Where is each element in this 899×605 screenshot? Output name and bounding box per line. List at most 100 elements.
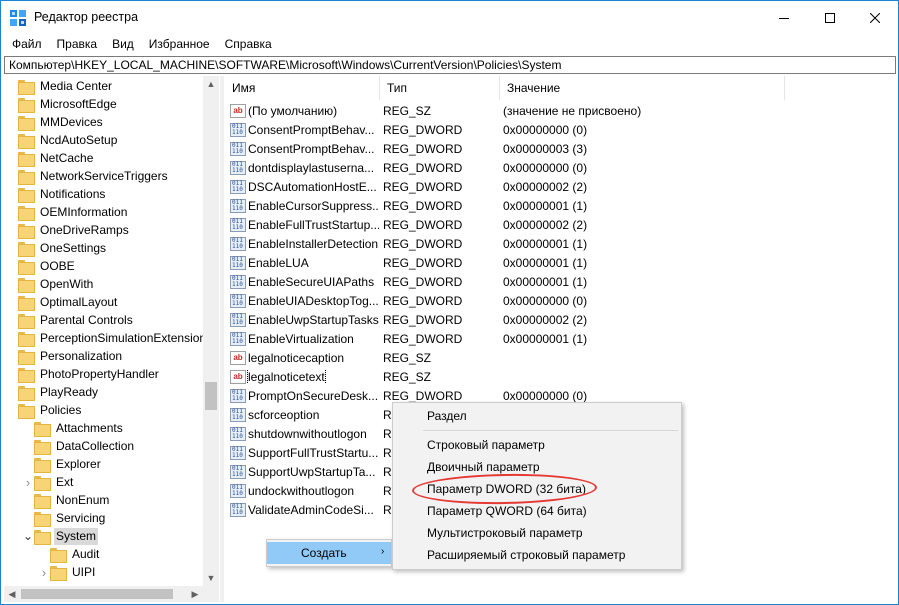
tree-item[interactable]: MMDevices	[6, 113, 105, 131]
folder-icon	[18, 277, 35, 293]
tree-item[interactable]: OpenWith	[6, 275, 95, 293]
tree-item[interactable]: PhotoPropertyHandler	[6, 365, 161, 383]
tree-item[interactable]: Audit	[38, 545, 101, 563]
tree-item[interactable]: OneSettings	[6, 239, 108, 257]
registry-tree[interactable]: Media Center MicrosoftEdge MMDevices NcdAut…	[4, 76, 219, 602]
tree-item[interactable]: NetworkServiceTriggers	[6, 167, 170, 185]
pane-splitter[interactable]	[220, 76, 224, 602]
title-bar[interactable]: Редактор реестра	[1, 1, 898, 34]
list-row[interactable]: ConsentPromptBehav... REG_DWORD 0x00000000…	[225, 120, 759, 139]
tree-item[interactable]: › Ext	[22, 473, 75, 491]
folder-icon	[34, 475, 51, 491]
tree-item[interactable]: › UIPI	[38, 563, 97, 581]
scroll-down-arrow-icon[interactable]: ▼	[203, 570, 219, 586]
tree-item[interactable]: Explorer	[22, 455, 103, 473]
list-row[interactable]: dontdisplaylastuserna... REG_DWORD 0x00000…	[225, 158, 759, 177]
folder-icon	[18, 367, 35, 383]
tree-item-label: UIPI	[72, 564, 96, 579]
submenu-item[interactable]: Строковый параметр	[393, 434, 681, 456]
tree-item[interactable]: NonEnum	[22, 491, 111, 509]
menu-edit[interactable]: Правка	[49, 34, 105, 54]
dword-value-icon	[230, 236, 246, 251]
tree-item-label: PlayReady	[40, 384, 99, 399]
list-row[interactable]: EnableInstallerDetection REG_DWORD 0x00000…	[225, 234, 759, 253]
tree-item[interactable]: Media Center	[6, 77, 114, 95]
tree-item[interactable]: DataCollection	[22, 437, 136, 455]
value-name: EnableInstallerDetection	[248, 236, 379, 251]
tree-item-label: System	[54, 527, 99, 545]
list-row[interactable]: EnableFullTrustStartup... REG_DWORD 0x0000…	[225, 215, 759, 234]
tree-item[interactable]: Parental Controls	[6, 311, 135, 329]
tree-item[interactable]: Attachments	[22, 419, 125, 437]
maximize-button[interactable]	[807, 1, 853, 34]
list-row[interactable]: DSCAutomationHostE... REG_DWORD 0x00000002…	[225, 177, 759, 196]
expand-chevron-icon[interactable]: ›	[22, 473, 34, 491]
collapse-chevron-icon[interactable]: ⌄	[22, 527, 34, 545]
tree-item[interactable]: Policies	[6, 401, 83, 419]
folder-icon	[18, 133, 35, 149]
maximize-icon	[825, 12, 835, 23]
value-name: dontdisplaylastuserna...	[248, 160, 375, 175]
list-row[interactable]: EnableUIADesktopTog... REG_DWORD 0x0000000…	[225, 291, 759, 310]
tree-item-label: Media Center	[40, 78, 113, 93]
scroll-left-arrow-icon[interactable]: ◀	[4, 586, 20, 602]
list-row[interactable]: ab (По умолчанию) REG_SZ (значение не присв…	[225, 101, 759, 120]
scroll-up-arrow-icon[interactable]: ▲	[203, 76, 219, 92]
list-row[interactable]: EnableLUA REG_DWORD 0x00000001 (1)	[225, 253, 759, 272]
list-row[interactable]: EnableVirtualization REG_DWORD 0x00000001 …	[225, 329, 759, 348]
list-row[interactable]: EnableCursorSuppress... REG_DWORD 0x000000…	[225, 196, 759, 215]
tree-item[interactable]: MicrosoftEdge	[6, 95, 119, 113]
tree-item[interactable]: OEMInformation	[6, 203, 129, 221]
value-name-cell: ValidateAdminCodeSi...	[225, 502, 379, 517]
address-bar[interactable]: Компьютер\HKEY_LOCAL_MACHINE\SOFTWARE\Mi…	[4, 56, 896, 74]
submenu-item[interactable]: Мультистроковый параметр	[393, 522, 681, 544]
folder-icon	[18, 295, 35, 311]
tree-item[interactable]: NcdAutoSetup	[6, 131, 119, 149]
menu-favorites[interactable]: Избранное	[141, 34, 217, 54]
list-row[interactable]: EnableSecureUIAPaths REG_DWORD 0x00000001 …	[225, 272, 759, 291]
tree-item[interactable]: ⌄ System	[22, 527, 99, 545]
column-header-value[interactable]: Значение	[500, 76, 785, 100]
value-name-cell: EnableUwpStartupTasks	[225, 312, 379, 327]
tree-item[interactable]: PlayReady	[6, 383, 100, 401]
minimize-button[interactable]	[761, 1, 807, 34]
tree-item[interactable]: OneDriveRamps	[6, 221, 131, 239]
submenu-item[interactable]: Раздел	[393, 405, 681, 427]
tree-item[interactable]: Notifications	[6, 185, 107, 203]
tree-item[interactable]: OOBE	[6, 257, 77, 275]
menu-item-create[interactable]: Создать ›	[267, 542, 391, 564]
folder-icon	[18, 241, 35, 257]
submenu-item[interactable]: Параметр QWORD (64 бита)	[393, 500, 681, 522]
list-row[interactable]: ab legalnoticetext REG_SZ	[225, 367, 759, 386]
column-header-type[interactable]: Тип	[380, 76, 500, 100]
tree-item-label: Ext	[56, 474, 74, 489]
tree-horizontal-scrollbar[interactable]: ◀ ▶	[4, 586, 219, 602]
folder-icon	[18, 79, 35, 95]
menu-view[interactable]: Вид	[104, 34, 141, 54]
column-header-name[interactable]: Имя	[225, 76, 380, 100]
value-name-cell: EnableInstallerDetection	[225, 236, 379, 251]
tree-vertical-scrollbar[interactable]: ▲ ▼	[203, 76, 219, 586]
menu-help[interactable]: Справка	[217, 34, 279, 54]
tree-item[interactable]: PerceptionSimulationExtensions	[6, 329, 214, 347]
list-row[interactable]: EnableUwpStartupTasks REG_DWORD 0x00000002…	[225, 310, 759, 329]
tree-item[interactable]: Personalization	[6, 347, 124, 365]
value-name: EnableUIADesktopTog...	[248, 293, 379, 308]
tree-item[interactable]: OptimalLayout	[6, 293, 119, 311]
tree-hscroll-thumb[interactable]	[21, 589, 173, 599]
menu-file[interactable]: Файл	[1, 34, 49, 54]
submenu-item[interactable]: Расширяемый строковый параметр	[393, 544, 681, 566]
close-button[interactable]	[852, 1, 898, 34]
value-data: 0x00000000 (0)	[503, 293, 588, 308]
expand-chevron-icon[interactable]: ›	[38, 563, 50, 581]
dword-value-icon	[230, 331, 246, 346]
list-row[interactable]: ab legalnoticecaption REG_SZ	[225, 348, 759, 367]
tree-item-label: Parental Controls	[40, 312, 133, 327]
scroll-right-arrow-icon[interactable]: ▶	[187, 586, 203, 602]
list-row[interactable]: ConsentPromptBehav... REG_DWORD 0x00000003…	[225, 139, 759, 158]
tree-item[interactable]: Servicing	[22, 509, 107, 527]
tree-vscroll-thumb[interactable]	[205, 382, 217, 410]
tree-item[interactable]: NetCache	[6, 149, 95, 167]
